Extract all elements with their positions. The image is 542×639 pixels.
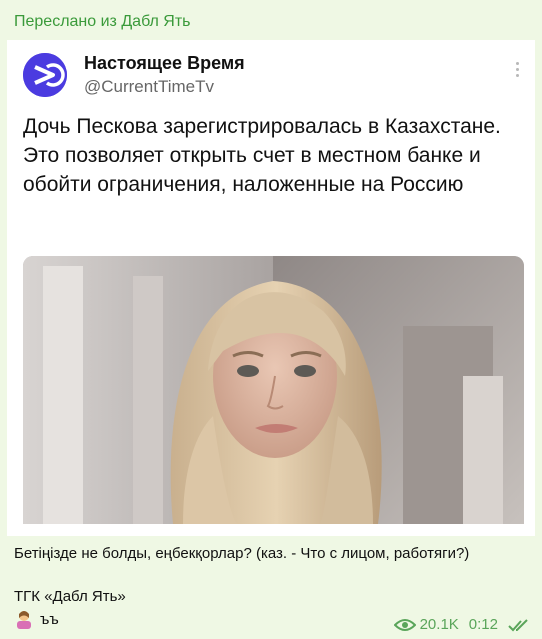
- view-count: 20.1K: [419, 616, 459, 633]
- current-time-logo-icon: [23, 53, 67, 97]
- account-handle: @CurrentTimeTv: [84, 77, 214, 96]
- message-bubble: Переслано из Дабл Ять Настоящее Время @C…: [0, 0, 542, 639]
- message-caption: Бетіңізде не болды, еңбекқорлар? (каз. -…: [14, 545, 470, 562]
- account-name: Настоящее Время: [84, 53, 245, 73]
- forwarded-from-label[interactable]: Переслано из Дабл Ять: [14, 13, 191, 31]
- person-tipping-hand-emoji-icon: [17, 611, 31, 629]
- double-check-icon: [508, 618, 528, 631]
- message-time: 0:12: [468, 616, 498, 633]
- eye-icon: [393, 618, 416, 631]
- message-meta: 20.1K 0:12: [393, 616, 530, 633]
- tweet-text: Дочь Пескова зарегистрировалась в Казахс…: [23, 115, 501, 196]
- tweet-photo[interactable]: [23, 256, 524, 524]
- tweet-screenshot-card[interactable]: Настоящее Время @CurrentTimeTv Дочь Песк…: [7, 40, 535, 536]
- emoji-line: ъъ: [14, 609, 59, 629]
- vertical-dots-icon[interactable]: [515, 62, 521, 80]
- emoji-text: ъъ: [40, 610, 59, 628]
- message-source: ТГК «Дабл Ять»: [14, 588, 126, 605]
